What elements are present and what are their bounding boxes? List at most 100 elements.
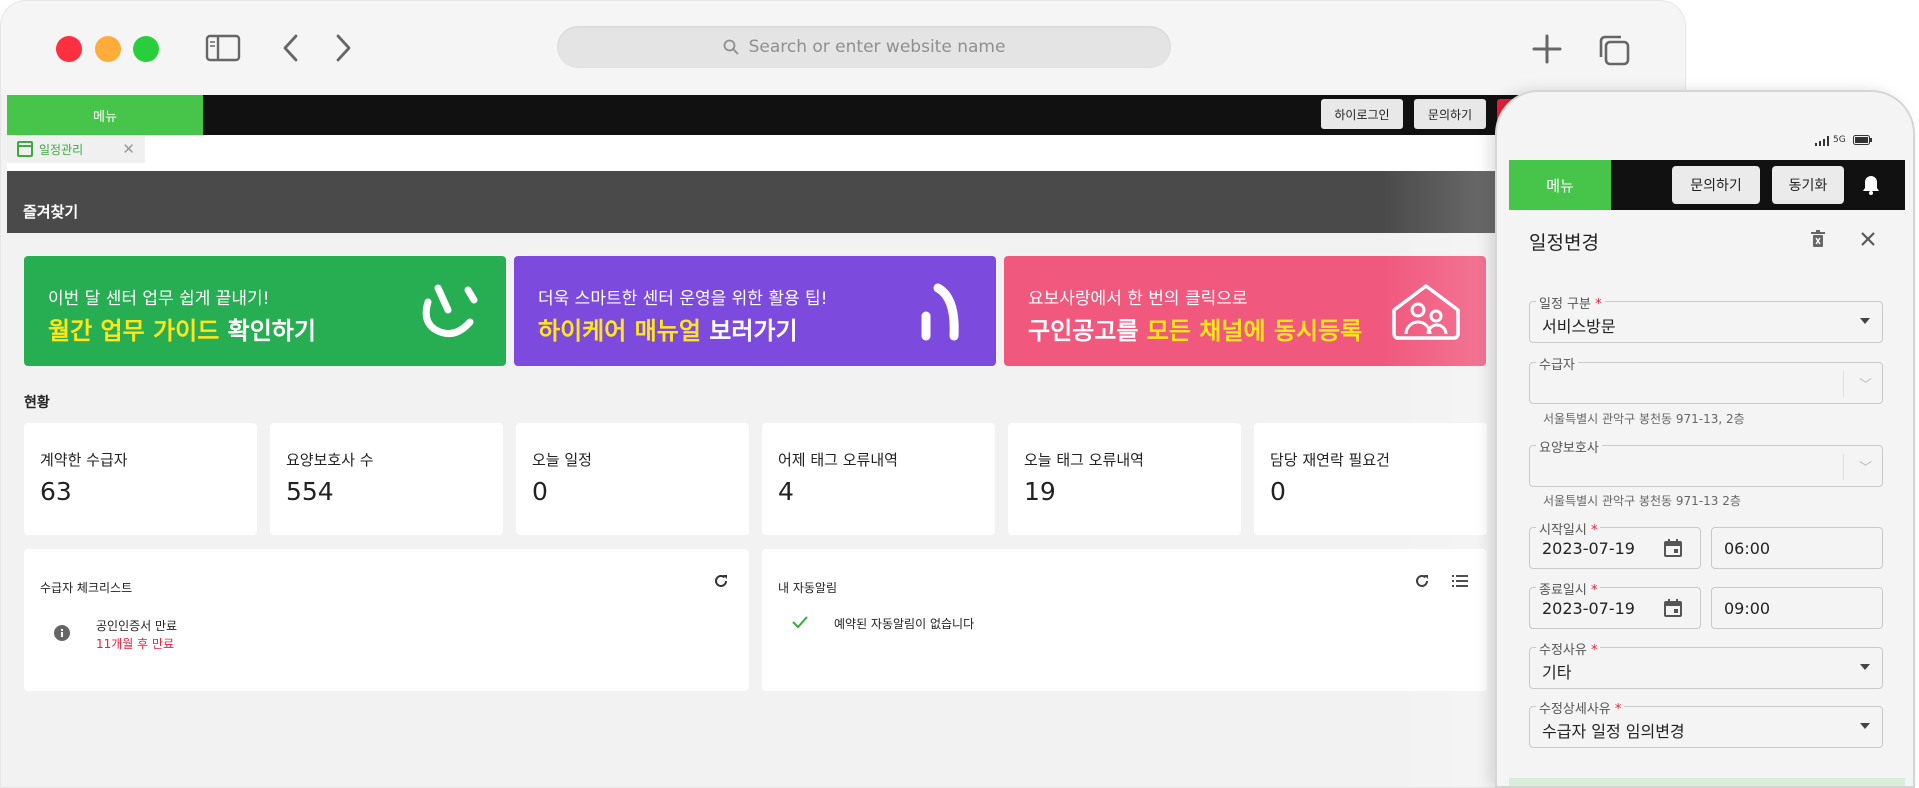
info-icon [54,625,70,641]
checklist-title: 수급자 체크리스트 [40,581,133,595]
separator [1843,371,1844,397]
browser-window: Search or enter website name 메뉴 하이로그인 문의… [0,0,1686,788]
field-value: 서비스방문 [1542,317,1616,336]
close-icon[interactable]: ✕ [122,140,135,158]
calendar-icon[interactable] [1664,539,1682,557]
app-header: 메뉴 하이로그인 문의하기 [7,95,1647,135]
calendar-icon[interactable] [1664,599,1682,617]
checklist-item-due: 11개월 후 만료 [96,637,175,651]
stat-value: 554 [286,477,334,506]
address-placeholder: Search or enter website name [748,37,1006,57]
minimize-window-button[interactable] [95,36,121,62]
banner-highlight: 하이케어 매뉴얼 [538,317,701,345]
end-time-value: 09:00 [1724,599,1771,618]
recipient-address: 서울특별시 관악구 봉천동 971-13, 2층 [1543,412,1745,426]
browser-toolbar: Search or enter website name [1,1,1685,95]
calendar-icon [17,141,33,157]
field-value: 수급자 일정 임의변경 [1542,722,1685,741]
stat-label: 오늘 일정 [532,451,592,469]
schedule-type-select[interactable]: 일정 구분 * 서비스방문 [1529,293,1883,343]
field-label-text: 수정사유 [1539,643,1587,658]
tab-label: 일정관리 [39,142,84,157]
stat-card-today-tag-errors[interactable]: 오늘 태그 오류내역 19 [1008,423,1241,535]
stat-card-caregivers[interactable]: 요양보호사 수 554 [270,423,503,535]
field-value: 기타 [1542,663,1572,682]
auto-alert-empty: 예약된 자동알림이 없습니다 [834,617,975,631]
start-time-value: 06:00 [1724,539,1771,558]
banner-guide[interactable]: 이번 달 센터 업무 쉽게 끝내기! 월간 업무 가이드 확인하기 [24,256,506,366]
phone-inquiry-button[interactable]: 문의하기 [1672,166,1760,204]
close-icon[interactable] [1861,232,1875,246]
banner-headline: 월간 업무 가이드 확인하기 [48,311,316,346]
bell-icon[interactable] [1861,174,1881,196]
chevron-down-icon: ﹀ [1858,461,1872,476]
banner-headline-rest: 확인하기 [219,317,316,345]
phone-menu-button[interactable]: 메뉴 [1509,160,1611,210]
stat-card-today-schedule[interactable]: 오늘 일정 0 [516,423,749,535]
field-label: 수급자 [1536,354,1578,373]
end-date-field[interactable]: 종료일시 * 2023-07-19 [1529,579,1701,629]
stat-value: 0 [1270,477,1286,506]
caregiver-address: 서울특별시 관악구 봉천동 971-13 2층 [1543,494,1741,508]
field-label: 시작일시 * [1536,519,1601,538]
separator [1843,454,1844,480]
tab-schedule[interactable]: 일정관리 ✕ [7,135,145,163]
caregiver-select[interactable]: 요양보호사 ﹀ [1529,437,1883,487]
dropdown-arrow-icon [1860,318,1870,324]
edit-detail-reason-select[interactable]: 수정상세사유 * 수급자 일정 임의변경 [1529,698,1883,748]
hilogin-button[interactable]: 하이로그인 [1321,99,1403,129]
field-label: 수정사유 * [1536,639,1601,658]
stat-value: 63 [40,477,72,506]
start-time-field[interactable]: 06:00 [1711,527,1883,569]
inquiry-button[interactable]: 문의하기 [1414,99,1486,129]
tabs-icon[interactable] [1597,33,1631,67]
maximize-window-button[interactable] [133,36,159,62]
end-time-field[interactable]: 09:00 [1711,587,1883,629]
required-mark: * [1590,583,1598,598]
sidebar-icon[interactable] [205,33,241,63]
address-bar[interactable]: Search or enter website name [557,26,1171,68]
stat-label: 요양보호사 수 [286,451,374,469]
submit-button-partial[interactable] [1509,778,1905,786]
stat-card-yesterday-tag-errors[interactable]: 어제 태그 오류내역 4 [762,423,995,535]
checklist-item-title: 공인인증서 만료 [96,619,178,633]
phone-sync-button[interactable]: 동기화 [1772,166,1844,204]
delete-icon[interactable] [1811,230,1825,248]
required-mark: * [1614,702,1622,717]
start-date-value: 2023-07-19 [1542,539,1635,558]
close-window-button[interactable] [56,36,82,62]
menu-button[interactable]: 메뉴 [7,95,203,135]
field-label: 수정상세사유 * [1536,698,1625,717]
search-icon [723,39,739,55]
banner-highlight: 월간 업무 가이드 [48,317,220,345]
edit-reason-select[interactable]: 수정사유 * 기타 [1529,639,1883,689]
recipient-select[interactable]: 수급자 ﹀ [1529,354,1883,404]
stat-value: 4 [778,477,794,506]
back-icon[interactable] [279,33,303,63]
banner-headline-rest: 보러가기 [700,317,798,345]
refresh-icon[interactable] [713,573,729,589]
checklist-panel: 수급자 체크리스트 공인인증서 만료 11개월 후 만료 [24,549,749,691]
banner-text: 요보사랑에서 한 번의 클릭으로 [1028,289,1248,309]
signal-icon [1815,136,1829,146]
dialog-title: 일정변경 [1529,232,1599,254]
forward-icon[interactable] [331,33,355,63]
field-label-text: 일정 구분 [1539,297,1591,312]
mobile-device: 5G 메뉴 문의하기 동기화 일정변경 일정 구분 * 서비스방문 수급자 ﹀ … [1495,90,1915,788]
required-mark: * [1595,297,1602,312]
banner-headline: 하이케어 매뉴얼 보러가기 [538,311,798,346]
stat-card-contracted[interactable]: 계약한 수급자 63 [24,423,257,535]
dropdown-arrow-icon [1860,664,1870,670]
start-date-field[interactable]: 시작일시 * 2023-07-19 [1529,519,1701,569]
network-label: 5G [1833,135,1846,145]
battery-icon [1853,135,1872,145]
status-section-title: 현황 [24,395,50,411]
hicare-logo-icon [921,283,959,341]
field-label: 일정 구분 * [1536,293,1605,312]
required-mark: * [1590,643,1598,658]
banner-manual[interactable]: 더욱 스마트한 센터 운영을 위한 활용 팁! 하이케어 매뉴얼 보러가기 [514,256,996,366]
smile-logo-icon [422,284,478,338]
stat-value: 19 [1024,477,1056,506]
field-label: 요양보호사 [1536,437,1602,456]
new-tab-icon[interactable] [1531,33,1563,65]
